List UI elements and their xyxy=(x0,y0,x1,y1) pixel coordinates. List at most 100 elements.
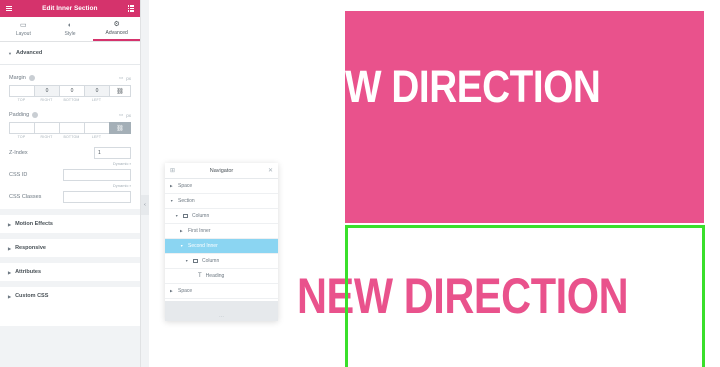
caret-right-icon[interactable]: ▶ xyxy=(170,184,174,188)
caret-right-icon[interactable]: ▶ xyxy=(180,229,184,233)
padding-unit[interactable]: px xyxy=(126,113,131,118)
resize-handle-icon[interactable]: ⋯ xyxy=(219,314,224,320)
caret-down-icon[interactable]: ▼ xyxy=(170,199,174,203)
margin-label-row: Margin ▭ px xyxy=(9,73,131,83)
responsive-desktop-icon[interactable]: ▭ xyxy=(119,112,123,118)
panel-header: Edit Inner Section xyxy=(0,0,140,17)
globe-icon[interactable] xyxy=(28,75,35,81)
navigator-item-label: Second Inner xyxy=(188,243,218,249)
section-title: Motion Effects xyxy=(15,221,53,227)
zindex-label: Z-Index xyxy=(9,150,28,156)
cssclasses-input[interactable] xyxy=(63,191,131,203)
cssid-label: CSS ID xyxy=(9,172,28,178)
tab-layout[interactable]: ▭ Layout xyxy=(0,17,47,41)
link-icon: ⛓ xyxy=(116,125,124,132)
selected-section-outline[interactable] xyxy=(345,225,705,367)
caret-right-icon: ▶ xyxy=(8,245,12,251)
dynamic-label: Dynamic xyxy=(112,161,129,166)
link-values-button[interactable]: ⛓ xyxy=(109,122,131,134)
panel-empty-area xyxy=(0,326,140,367)
panel-tabs: ▭ Layout ◐ Style ⚙ Advanced xyxy=(0,17,141,42)
dynamic-tags[interactable]: Dynamic ▪ xyxy=(9,183,131,189)
widgets-grid-icon[interactable] xyxy=(127,5,134,12)
close-icon[interactable]: ✕ xyxy=(268,167,273,174)
caret-right-icon: ▶ xyxy=(8,221,12,227)
advanced-controls: Margin ▭ px 0 0 0 ⛓ TOP RIGHT BOTTOM LEF… xyxy=(0,65,140,203)
caret-down-icon[interactable]: ▼ xyxy=(180,244,184,248)
navigator-item-label: Column xyxy=(202,258,220,264)
section-attributes[interactable]: ▶ Attributes xyxy=(0,257,140,281)
caret-right-icon[interactable]: ▶ xyxy=(170,289,174,293)
chevron-left-icon: ‹ xyxy=(144,202,146,208)
margin-top-input[interactable] xyxy=(9,85,34,97)
navigator-resize-area[interactable]: ⋯ xyxy=(165,301,278,321)
navigator-item[interactable]: T Heading xyxy=(165,269,278,284)
navigator-item-label: Heading xyxy=(205,273,225,279)
database-icon: ▪ xyxy=(129,161,131,166)
padding-left-input[interactable] xyxy=(84,122,109,134)
expand-all-icon[interactable]: ⊞ xyxy=(170,167,175,174)
sublabel-bottom: BOTTOM xyxy=(63,135,80,139)
navigator-item-label: Section xyxy=(178,198,195,204)
margin-right-input[interactable]: 0 xyxy=(34,85,59,97)
panel-collapse-handle[interactable]: ‹ xyxy=(141,195,149,215)
hamburger-menu-icon[interactable] xyxy=(6,5,12,12)
caret-down-icon[interactable]: ▼ xyxy=(175,214,179,218)
tab-advanced[interactable]: ⚙ Advanced xyxy=(93,17,141,41)
navigator-title: Navigator xyxy=(209,167,234,174)
section-title: Advanced xyxy=(15,50,43,56)
caret-right-icon: ▶ xyxy=(8,269,12,275)
section-motion-effects[interactable]: ▶ Motion Effects xyxy=(0,209,140,233)
section-custom-css[interactable]: ▶ Custom CSS xyxy=(0,281,140,305)
navigator-tree: ▶ Space ▼ Section ▼ Column ▶ First Inner ▼ Second… xyxy=(165,179,278,299)
margin-dimensions: 0 0 0 ⛓ xyxy=(9,85,131,97)
panel-title: Edit Inner Section xyxy=(42,5,98,12)
zindex-input[interactable]: 1 xyxy=(94,147,131,159)
tab-label: Advanced xyxy=(105,29,128,36)
navigator-item[interactable]: ▼ Second Inner xyxy=(165,239,278,254)
dynamic-label: Dynamic xyxy=(112,183,129,188)
navigator-header[interactable]: ⊞ Navigator ✕ xyxy=(165,163,278,179)
link-icon: ⛓ xyxy=(116,88,124,95)
section-responsive[interactable]: ▶ Responsive xyxy=(0,233,140,257)
responsive-desktop-icon[interactable]: ▭ xyxy=(119,75,123,81)
section-title: Attributes xyxy=(15,269,42,275)
globe-icon[interactable] xyxy=(32,112,39,118)
navigator-item[interactable]: ▶ First Inner xyxy=(165,224,278,239)
navigator-item[interactable]: ▼ Section xyxy=(165,194,278,209)
margin-bottom-input[interactable]: 0 xyxy=(59,85,84,97)
cssid-input[interactable] xyxy=(63,169,131,181)
column-icon xyxy=(193,259,198,263)
sublabel-right: RIGHT xyxy=(40,135,53,139)
padding-top-input[interactable] xyxy=(9,122,34,134)
navigator-item-label: First Inner xyxy=(188,228,211,234)
margin-left-input[interactable]: 0 xyxy=(84,85,109,97)
editor-panel: Edit Inner Section ▭ Layout ◐ Style ⚙ Ad… xyxy=(0,0,141,367)
caret-right-icon: ▶ xyxy=(8,293,12,299)
pink-inner-section[interactable]: W DIRECTION xyxy=(345,11,704,223)
margin-unit[interactable]: px xyxy=(126,76,131,81)
navigator-item[interactable]: ▶ Space xyxy=(165,284,278,299)
database-icon: ▪ xyxy=(129,183,131,188)
pink-heading[interactable]: W DIRECTION xyxy=(345,61,601,113)
gear-icon: ⚙ xyxy=(113,20,120,28)
navigator-item[interactable]: ▼ Column xyxy=(165,254,278,269)
link-values-button[interactable]: ⛓ xyxy=(109,85,131,97)
section-title: Responsive xyxy=(15,245,46,251)
section-advanced-toggle[interactable]: ▼ Advanced xyxy=(0,42,140,64)
navigator-item[interactable]: ▶ Space xyxy=(165,179,278,194)
sublabel-bottom: BOTTOM xyxy=(63,98,80,102)
tab-style[interactable]: ◐ Style xyxy=(47,17,94,41)
padding-label: Padding xyxy=(9,112,30,118)
sublabel-left: LEFT xyxy=(91,135,102,139)
padding-label-row: Padding ▭ px xyxy=(9,110,131,120)
section-title: Custom CSS xyxy=(15,293,49,299)
dynamic-tags[interactable]: Dynamic ▪ xyxy=(9,161,131,167)
layout-icon: ▭ xyxy=(20,21,27,29)
padding-right-input[interactable] xyxy=(34,122,59,134)
padding-bottom-input[interactable] xyxy=(59,122,84,134)
sublabel-top: TOP xyxy=(17,135,26,139)
caret-down-icon: ▼ xyxy=(8,50,12,56)
navigator-item[interactable]: ▼ Column xyxy=(165,209,278,224)
caret-down-icon[interactable]: ▼ xyxy=(185,259,189,263)
